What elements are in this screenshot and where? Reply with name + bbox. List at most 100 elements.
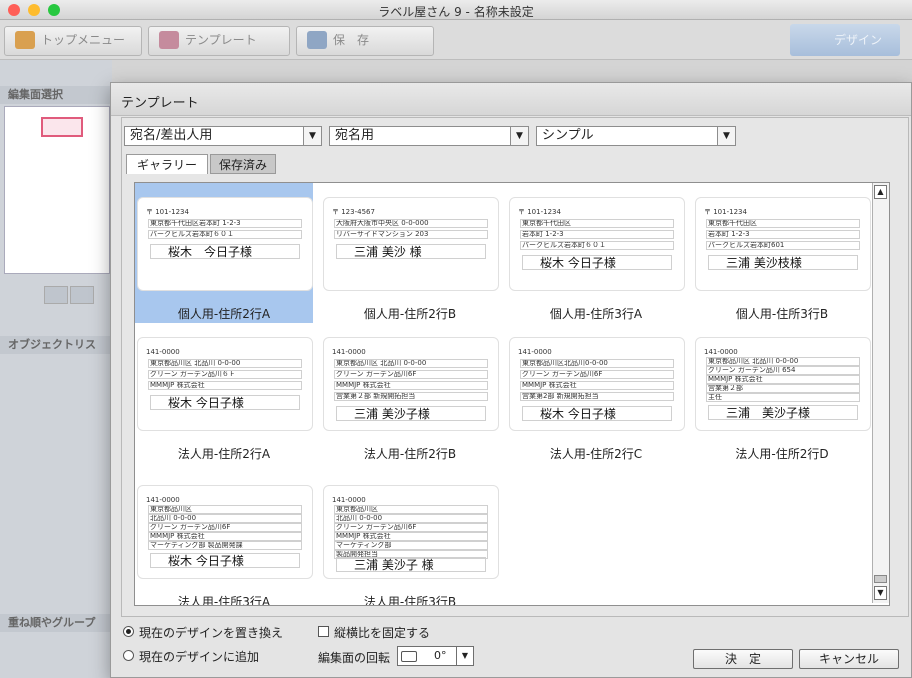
field-box [334,541,488,550]
chevron-down-icon: ▼ [717,127,735,145]
name-box [150,395,300,410]
scroll-thumb[interactable] [874,575,887,583]
fix-aspect-label: 縦横比を固定する [334,626,431,640]
type-dropdown[interactable]: 宛名用 ▼ [329,126,529,146]
field-box [334,370,488,379]
cube-icon [15,30,35,49]
dialog-header: テンプレート [111,83,911,116]
dialog-title: テンプレート [121,96,199,111]
name-box [522,406,672,421]
down-arrow-icon[interactable] [70,286,94,304]
label-preview: 〒 101-1234東京都千代田区岩本町 1-2-3パークヒルズ岩本町６０１桜木… [137,197,313,291]
address-line: 141-0000 [518,348,552,356]
template-caption: 法人用-住所2行C [549,447,643,461]
template-button[interactable]: テンプレート [148,26,290,56]
name-box [522,255,672,270]
type-value: 宛名用 [335,128,375,143]
category-dropdown[interactable]: 宛名/差出人用 ▼ [124,126,322,146]
style-value: シンプル [542,128,594,143]
label-preview: 141-0000 東京都品川区 北品川 0-0-00 グリーン ガーデン品川6F MM… [323,337,499,431]
label-preview: 141-0000 東京都品川区 北品川 0-0-00 グリーン ガーデン品川６Ｆ MM… [137,337,313,431]
field-box [148,523,302,532]
name-box [150,553,300,568]
template-caption: 法人用-住所2行B [363,447,457,461]
template-card[interactable]: 141-0000 東京都品川区 北品川 0-0-00 グリーン ガーデン品川 654… [693,323,871,463]
rotation-icon [401,651,417,662]
template-card[interactable]: 141-0000 東京都品川区 北品川 0-0-00 グリーン ガーデン品川6F MM… [321,323,499,463]
scroll-up-icon[interactable]: ▲ [874,185,887,199]
template-card[interactable]: 141-0000 東京都品川区北品川0-0-00 グリーン ガーデン品川6F MMMJ… [507,323,685,463]
top-menu-button[interactable]: トップメニュー [4,26,142,56]
field-box [334,359,488,368]
ok-button[interactable]: 決 定 [693,649,793,669]
field-box [706,219,860,228]
field-box [148,381,302,390]
style-dropdown[interactable]: シンプル ▼ [536,126,736,146]
name-box [336,406,486,421]
label-preview: 〒 101-1234 東京都千代田区 岩本町 1-2-3 パークヒルズ岩本町601 三浦… [695,197,871,291]
address-line: 141-0000 [146,348,180,356]
layer-group-header: 重ね順やグループ [0,614,112,632]
cancel-button[interactable]: キャンセル [799,649,899,669]
field-box [148,370,302,379]
template-caption: 個人用-住所2行A [177,307,271,321]
design-button[interactable]: デザイン [790,24,900,56]
name-box [708,405,858,420]
label-preview: 〒 101-1234東京都千代田区岩本町 1-2-3パークヒルズ岩本町６０１桜木… [509,197,685,291]
field-box [334,230,488,239]
template-icon [159,30,179,49]
field-box [706,393,860,402]
label-preview: 141-0000 東京都品川区北品川0-0-00 グリーン ガーデン品川6F MMMJ… [509,337,685,431]
field-box [148,230,302,239]
label-preview: 141-0000 東京都品川区 北品川 0-0-00 グリーン ガーデン品川 654… [695,337,871,431]
template-caption: 法人用-住所3行A [177,595,271,606]
template-card[interactable]: 〒 101-1234 東京都千代田区 岩本町 1-2-3 パークヒルズ岩本町601 三浦… [693,183,871,323]
template-panel: 宛名/差出人用 ▼ 宛名用 ▼ シンプル ▼ ギャラリー 保存済み 〒 101-… [121,117,909,617]
address-line: 141-0000 [704,348,738,356]
window-titlebar: ラベル屋さん 9 - 名称未設定 [0,0,912,20]
address-line: 141-0000 [332,348,366,356]
label-preview: 〒 123-4567 大阪府大阪市中央区 0-0-000 リバーサイドマンション 2… [323,197,499,291]
template-card[interactable]: 141-0000 東京都品川区 北品川 0-0-00 グリーン ガーデン品川６Ｆ MM… [135,323,313,463]
chevron-down-icon: ▼ [303,127,321,145]
replace-design-radio[interactable] [123,626,134,637]
add-design-radio[interactable] [123,650,134,661]
template-caption: 法人用-住所2行A [177,447,271,461]
replace-design-label: 現在のデザインを置き換え [139,626,284,640]
field-box [148,514,302,523]
field-box [148,541,302,550]
fix-aspect-checkbox[interactable] [318,626,329,637]
field-box [334,532,488,541]
template-card[interactable]: 〒 123-4567 大阪府大阪市中央区 0-0-000 リバーサイドマンション 2… [321,183,499,323]
field-box [706,357,860,366]
label-preview: 141-0000 東京都品川区 北品川 0-0-00 グリーン ガーデン品川6F MMM… [323,485,499,579]
edit-select-grid[interactable] [4,106,110,274]
up-arrow-icon[interactable] [44,286,68,304]
rotation-label: 編集面の回転 [318,651,391,665]
field-box [520,359,674,368]
scroll-down-icon[interactable]: ▼ [874,586,887,600]
selected-cell [41,117,83,137]
save-button[interactable]: 保 存 [296,26,434,56]
template-caption: 法人用-住所3行B [363,595,457,606]
label-preview: 141-0000 東京都品川区 北品川 0-0-00 グリーン ガーデン品川6F MMM… [137,485,313,579]
gallery-scrollbar[interactable]: ▲ ▼ [872,183,889,603]
template-caption: 個人用-住所2行B [363,307,457,321]
template-card[interactable]: 141-0000 東京都品川区 北品川 0-0-00 グリーン ガーデン品川6F MMM… [321,471,499,606]
template-card[interactable]: 141-0000 東京都品川区 北品川 0-0-00 グリーン ガーデン品川6F MMM… [135,471,313,606]
rotation-dropdown[interactable]: 0° ▼ [397,646,474,666]
name-box [336,557,486,572]
object-list-header: オブジェクトリス [0,336,112,354]
field-box [334,381,488,390]
template-card[interactable]: 〒 101-1234東京都千代田区岩本町 1-2-3パークヒルズ岩本町６０１桜木… [507,183,685,323]
save-icon [307,30,327,49]
field-box [334,505,488,514]
field-box [520,381,674,390]
address-line: 141-0000 [332,496,366,504]
tab-gallery[interactable]: ギャラリー [126,154,208,174]
field-box [334,523,488,532]
tab-saved[interactable]: 保存済み [210,154,276,174]
field-box [520,370,674,379]
field-box [148,505,302,514]
template-card[interactable]: 〒 101-1234東京都千代田区岩本町 1-2-3パークヒルズ岩本町６０１桜木… [135,183,313,323]
